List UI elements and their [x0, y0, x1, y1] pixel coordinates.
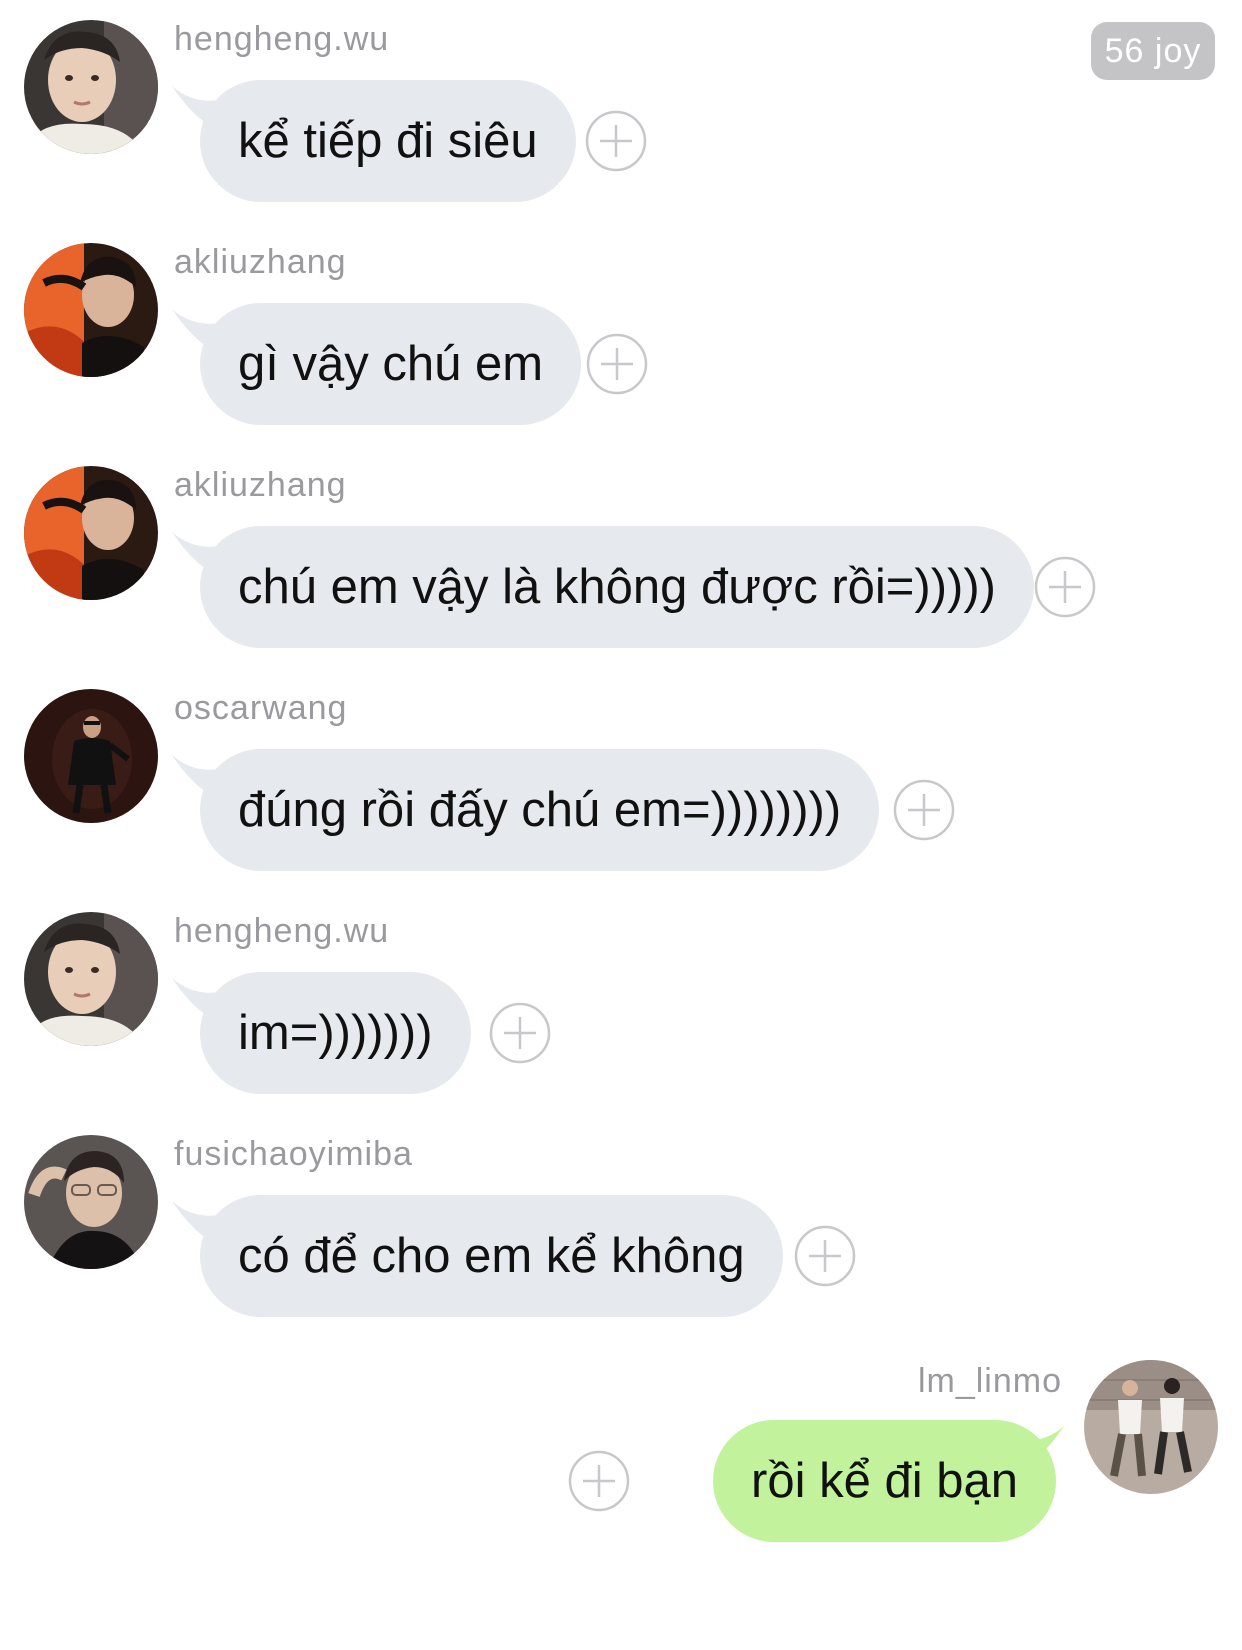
add-reaction-icon[interactable] [1034, 556, 1096, 618]
avatar-face-icon [24, 1135, 158, 1269]
add-reaction-icon[interactable] [585, 110, 647, 172]
avatar-face-icon [24, 466, 158, 600]
add-reaction-icon[interactable] [586, 333, 648, 395]
avatar-face-icon [24, 20, 158, 154]
message-bubble[interactable]: rồi kể đi bạn [713, 1420, 1056, 1542]
username[interactable]: hengheng.wu [174, 912, 389, 951]
username[interactable]: hengheng.wu [174, 20, 389, 59]
avatar-face-icon [1084, 1360, 1218, 1494]
username[interactable]: akliuzhang [174, 466, 347, 505]
message-bubble[interactable]: gì vậy chú em [200, 303, 582, 425]
avatar-face-icon [24, 912, 158, 1046]
avatar[interactable] [24, 243, 158, 377]
username[interactable]: oscarwang [174, 689, 347, 728]
avatar[interactable] [24, 1135, 158, 1269]
message-row: hengheng.wu im=))))))) [0, 892, 1242, 1094]
message-row: akliuzhang chú em vậy là không được rồi=… [0, 446, 1242, 648]
message-row: hengheng.wu kể tiếp đi siêu [0, 0, 1242, 202]
message-bubble[interactable]: có để cho em kể không [200, 1195, 783, 1317]
add-reaction-icon[interactable] [489, 1002, 551, 1064]
avatar[interactable] [24, 20, 158, 154]
message-row: oscarwang đúng rồi đấy chú em=)))))))) [0, 669, 1242, 871]
avatar-face-icon [24, 689, 158, 823]
add-reaction-icon[interactable] [568, 1450, 630, 1512]
message-row: fusichaoyimiba có để cho em kể không [0, 1115, 1242, 1317]
avatar[interactable] [1084, 1360, 1218, 1494]
username[interactable]: lm_linmo [918, 1362, 1062, 1401]
add-reaction-icon[interactable] [794, 1225, 856, 1287]
avatar[interactable] [24, 912, 158, 1046]
username[interactable]: fusichaoyimiba [174, 1135, 413, 1174]
message-row: akliuzhang gì vậy chú em [0, 223, 1242, 425]
avatar[interactable] [24, 689, 158, 823]
username[interactable]: akliuzhang [174, 243, 347, 282]
message-row-outgoing: lm_linmo rồi kể đi bạn [0, 1340, 1242, 1542]
add-reaction-icon[interactable] [893, 779, 955, 841]
message-bubble[interactable]: chú em vậy là không được rồi=))))) [200, 526, 1034, 648]
chat-screen: 56 joy hengheng.wu kể tiếp đi siêu akliu… [0, 0, 1242, 1650]
message-bubble[interactable]: kể tiếp đi siêu [200, 80, 576, 202]
message-bubble[interactable]: đúng rồi đấy chú em=)))))))) [200, 749, 880, 871]
message-bubble[interactable]: im=))))))) [200, 972, 471, 1094]
avatar-face-icon [24, 243, 158, 377]
avatar[interactable] [24, 466, 158, 600]
